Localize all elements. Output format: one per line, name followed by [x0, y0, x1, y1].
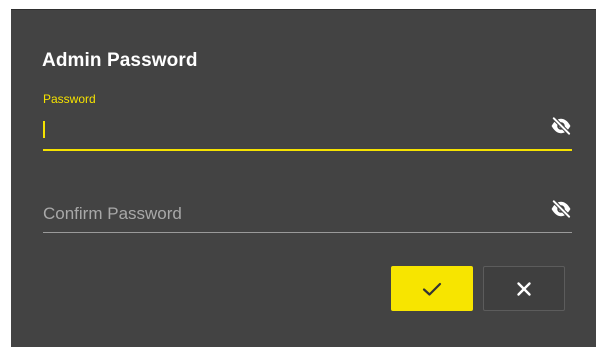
password-input[interactable]	[46, 116, 530, 144]
password-label: Password	[43, 92, 96, 106]
text-caret	[43, 121, 45, 138]
close-icon	[517, 281, 531, 296]
confirm-password-placeholder: Confirm Password	[43, 204, 182, 223]
confirm-button[interactable]	[391, 266, 473, 311]
admin-password-dialog: Admin Password Password Confirm Password	[11, 9, 596, 347]
eye-off-icon[interactable]	[550, 200, 572, 218]
dialog-title: Admin Password	[42, 50, 198, 71]
eye-off-icon[interactable]	[550, 117, 572, 135]
confirm-password-field[interactable]: Confirm Password	[43, 196, 572, 233]
password-field[interactable]: Password	[43, 92, 572, 151]
cancel-button[interactable]	[483, 266, 565, 311]
confirm-password-underline	[43, 232, 572, 233]
check-icon	[422, 282, 442, 296]
password-underline	[43, 149, 572, 151]
